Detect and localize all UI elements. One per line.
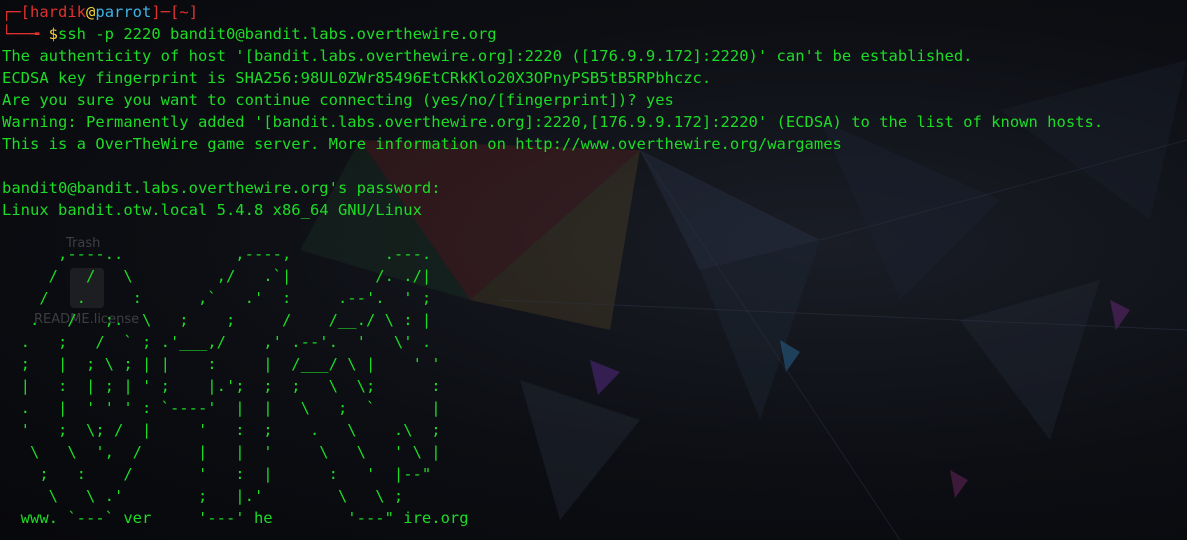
prompt-open-bracket: [ (20, 3, 31, 21)
prompt-corner-top: ┌─ (2, 3, 21, 21)
prompt-dollar: $ (48, 25, 59, 43)
output-line: Are you sure you want to continue connec… (2, 91, 674, 109)
prompt-user: hardik (30, 3, 87, 21)
password-prompt: bandit0@bandit.labs.overthewire.org's pa… (2, 179, 441, 197)
output-line: This is a OverTheWire game server. More … (2, 135, 842, 153)
prompt-cwd-close: ] (188, 3, 199, 21)
kernel-info: Linux bandit.otw.local 5.4.8 x86_64 GNU/… (2, 201, 422, 219)
output-line: Warning: Permanently added '[bandit.labs… (2, 113, 1104, 131)
terminal-window[interactable]: ┌─[hardik@parrot]─[~] └──╼ $ssh -p 2220 … (0, 0, 1187, 540)
command-text: ssh -p 2220 bandit0@bandit.labs.overthew… (58, 25, 497, 43)
desktop-screen: Trash README.license ┌─[hardik@parrot]─[… (0, 0, 1187, 540)
prompt-dash: ─ (160, 3, 171, 21)
prompt-at: @ (86, 3, 96, 21)
prompt-host: parrot (95, 3, 152, 21)
prompt-line-top: ┌─[hardik@parrot]─[~] (2, 1, 198, 23)
prompt-corner-bottom: └──╼ (2, 25, 49, 43)
otw-ascii-banner: ,----.. ,----, .---. / / \ ,/ .`| /. ./|… (20, 245, 469, 527)
prompt-close-bracket: ] (151, 3, 161, 21)
prompt-line-command: └──╼ $ssh -p 2220 bandit0@bandit.labs.ov… (2, 23, 497, 45)
output-line: ECDSA key fingerprint is SHA256:98UL0ZWr… (2, 69, 712, 87)
prompt-cwd-open: [ (170, 3, 180, 21)
output-line: The authenticity of host '[bandit.labs.o… (2, 47, 973, 65)
prompt-cwd: ~ (179, 3, 189, 21)
